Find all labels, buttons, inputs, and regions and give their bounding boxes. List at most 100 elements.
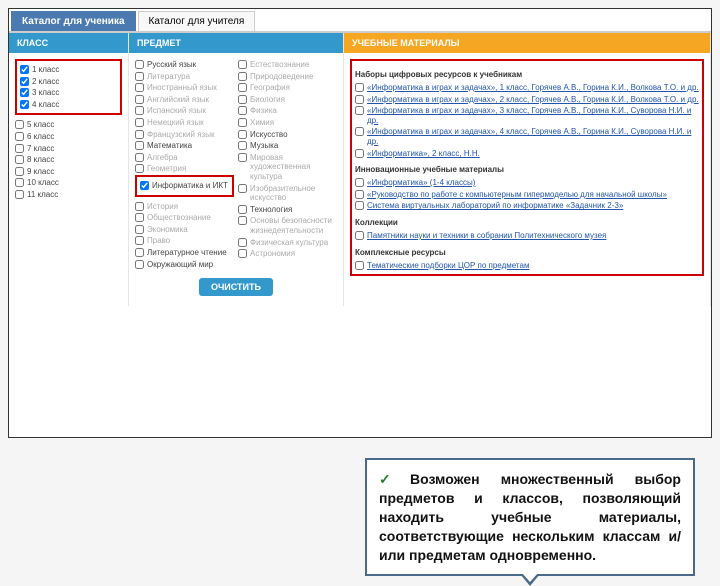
filter-checkbox[interactable]: Иностранный язык <box>135 82 234 94</box>
material-item[interactable]: «Информатика» (1-4 классы) <box>355 177 699 189</box>
filter-checkbox[interactable]: Естествознание <box>238 59 337 71</box>
material-item[interactable]: Памятники науки и техники в собрании Пол… <box>355 230 699 242</box>
checkbox-input[interactable] <box>355 231 364 240</box>
filter-checkbox[interactable]: Окружающий мир <box>135 259 234 271</box>
checkbox-input[interactable] <box>135 248 144 257</box>
checkbox-input[interactable] <box>15 144 24 153</box>
filter-checkbox[interactable]: Основы безопасности жизнедеятельности <box>238 215 337 236</box>
filter-checkbox[interactable]: География <box>238 82 337 94</box>
checkbox-input[interactable] <box>238 95 247 104</box>
checkbox-input[interactable] <box>15 178 24 187</box>
checkbox-input[interactable] <box>135 236 144 245</box>
filter-checkbox[interactable]: 7 класс <box>15 143 122 155</box>
checkbox-input[interactable] <box>20 88 29 97</box>
checkbox-input[interactable] <box>238 238 247 247</box>
filter-checkbox[interactable]: 11 класс <box>15 189 122 201</box>
filter-checkbox[interactable]: Алгебра <box>135 152 234 164</box>
checkbox-input[interactable] <box>238 118 247 127</box>
filter-checkbox[interactable]: 10 класс <box>15 177 122 189</box>
checkbox-input[interactable] <box>238 83 247 92</box>
checkbox-input[interactable] <box>355 178 364 187</box>
filter-checkbox[interactable]: Испанский язык <box>135 105 234 117</box>
checkbox-input[interactable] <box>135 130 144 139</box>
filter-checkbox[interactable]: 9 класс <box>15 166 122 178</box>
filter-checkbox[interactable]: Физическая культура <box>238 237 337 249</box>
checkbox-input[interactable] <box>238 184 247 193</box>
checkbox-input[interactable] <box>238 106 247 115</box>
checkbox-input[interactable] <box>135 260 144 269</box>
checkbox-input[interactable] <box>135 141 144 150</box>
checkbox-input[interactable] <box>238 72 247 81</box>
filter-checkbox[interactable]: Литература <box>135 71 234 83</box>
checkbox-input[interactable] <box>355 127 364 136</box>
filter-checkbox[interactable]: Химия <box>238 117 337 129</box>
filter-checkbox[interactable]: 5 класс <box>15 119 122 131</box>
checkbox-input[interactable] <box>238 60 247 69</box>
checkbox-input[interactable] <box>15 120 24 129</box>
filter-checkbox[interactable]: История <box>135 201 234 213</box>
filter-checkbox[interactable]: Экономика <box>135 224 234 236</box>
checkbox-input[interactable] <box>15 155 24 164</box>
checkbox-input[interactable] <box>238 205 247 214</box>
checkbox-input[interactable] <box>135 118 144 127</box>
material-item[interactable]: Система виртуальных лабораторий по инфор… <box>355 200 699 212</box>
filter-checkbox[interactable]: Английский язык <box>135 94 234 106</box>
checkbox-input[interactable] <box>135 83 144 92</box>
filter-checkbox[interactable]: Биология <box>238 94 337 106</box>
filter-checkbox[interactable]: Природоведение <box>238 71 337 83</box>
material-item[interactable]: «Информатика», 2 класс, Н.Н. <box>355 148 699 160</box>
checkbox-input[interactable] <box>135 153 144 162</box>
tab-student-catalog[interactable]: Каталог для ученика <box>11 11 136 31</box>
filter-checkbox[interactable]: Музыка <box>238 140 337 152</box>
checkbox-input[interactable] <box>135 72 144 81</box>
filter-checkbox[interactable]: Искусство <box>238 129 337 141</box>
material-item[interactable]: «Информатика в играх и задачах», 1 класс… <box>355 82 699 94</box>
checkbox-input[interactable] <box>20 65 29 74</box>
tab-teacher-catalog[interactable]: Каталог для учителя <box>138 11 256 31</box>
checkbox-input[interactable] <box>15 132 24 141</box>
filter-checkbox[interactable]: 2 класс <box>20 76 117 88</box>
filter-checkbox[interactable]: 8 класс <box>15 154 122 166</box>
checkbox-input[interactable] <box>20 100 29 109</box>
subject-checkbox[interactable]: Информатика и ИКТ <box>140 180 229 192</box>
filter-checkbox[interactable]: Немецкий язык <box>135 117 234 129</box>
checkbox-input[interactable] <box>238 130 247 139</box>
checkbox-input[interactable] <box>15 190 24 199</box>
checkbox-input[interactable] <box>355 149 364 158</box>
checkbox-input[interactable] <box>238 153 247 162</box>
material-item[interactable]: «Информатика в играх и задачах», 4 класс… <box>355 126 699 147</box>
checkbox-input[interactable] <box>355 106 364 115</box>
filter-checkbox[interactable]: 3 класс <box>20 87 117 99</box>
filter-checkbox[interactable]: 1 класс <box>20 64 117 76</box>
filter-checkbox[interactable]: Технология <box>238 204 337 216</box>
filter-checkbox[interactable]: Изобразительное искусство <box>238 183 337 204</box>
clear-button[interactable]: ОЧИСТИТЬ <box>199 278 273 296</box>
filter-checkbox[interactable]: Астрономия <box>238 248 337 260</box>
filter-checkbox[interactable]: Мировая художественная культура <box>238 152 337 183</box>
filter-checkbox[interactable]: 4 класс <box>20 99 117 111</box>
filter-checkbox[interactable]: Геометрия <box>135 163 234 175</box>
filter-checkbox[interactable]: Французский язык <box>135 129 234 141</box>
material-item[interactable]: «Информатика в играх и задачах», 2 класс… <box>355 94 699 106</box>
filter-checkbox[interactable]: Литературное чтение <box>135 247 234 259</box>
material-item[interactable]: «Информатика в играх и задачах», 3 класс… <box>355 105 699 126</box>
filter-checkbox[interactable]: Физика <box>238 105 337 117</box>
checkbox-input[interactable] <box>135 202 144 211</box>
checkbox-input[interactable] <box>140 181 149 190</box>
checkbox-input[interactable] <box>238 141 247 150</box>
filter-checkbox[interactable]: 6 класс <box>15 131 122 143</box>
checkbox-input[interactable] <box>355 201 364 210</box>
filter-checkbox[interactable]: Математика <box>135 140 234 152</box>
checkbox-input[interactable] <box>355 83 364 92</box>
checkbox-input[interactable] <box>355 190 364 199</box>
filter-checkbox[interactable]: Обществознание <box>135 212 234 224</box>
checkbox-input[interactable] <box>135 106 144 115</box>
checkbox-input[interactable] <box>355 261 364 270</box>
checkbox-input[interactable] <box>15 167 24 176</box>
checkbox-input[interactable] <box>20 77 29 86</box>
checkbox-input[interactable] <box>135 225 144 234</box>
checkbox-input[interactable] <box>135 60 144 69</box>
checkbox-input[interactable] <box>135 213 144 222</box>
checkbox-input[interactable] <box>238 216 247 225</box>
checkbox-input[interactable] <box>135 164 144 173</box>
